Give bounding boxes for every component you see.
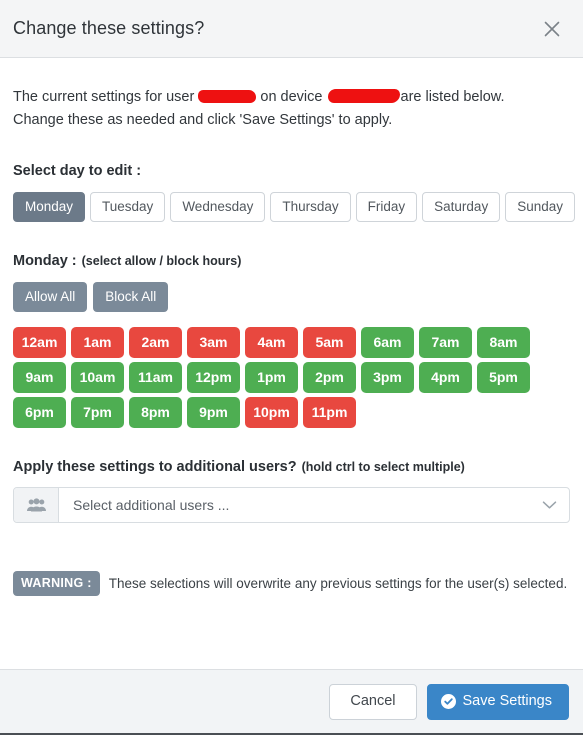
dialog-body: The current settings for user on device …	[0, 58, 583, 669]
hour-chip-11pm[interactable]: 11pm	[303, 397, 356, 428]
select-day-label: Select day to edit :	[13, 163, 142, 179]
hour-chip-6pm[interactable]: 6pm	[13, 397, 66, 428]
dialog-footer: Cancel Save Settings	[0, 669, 583, 733]
selected-day-hint: (select allow / block hours)	[81, 254, 242, 268]
change-settings-dialog: Change these settings? The current setti…	[0, 0, 583, 735]
additional-users-value: Select additional users ...	[73, 497, 230, 513]
hour-chip-2am[interactable]: 2am	[129, 327, 182, 358]
warning-row: WARNING : These selections will overwrit…	[13, 571, 570, 596]
hour-chip-6am[interactable]: 6am	[361, 327, 414, 358]
additional-users-hint: (hold ctrl to select multiple)	[301, 460, 465, 474]
users-icon	[14, 488, 59, 522]
hour-chip-1am[interactable]: 1am	[71, 327, 124, 358]
additional-users-label: Apply these settings to additional users…	[13, 459, 570, 475]
hour-chip-11am[interactable]: 11am	[129, 362, 182, 393]
warning-text: These selections will overwrite any prev…	[108, 576, 568, 591]
day-tab-saturday[interactable]: Saturday	[422, 192, 501, 222]
hour-chip-3am[interactable]: 3am	[187, 327, 240, 358]
day-tab-friday[interactable]: Friday	[355, 192, 418, 222]
check-circle-icon	[440, 693, 456, 709]
block-all-button[interactable]: Block All	[93, 282, 169, 312]
dialog-title: Change these settings?	[13, 18, 205, 38]
day-tab-wednesday[interactable]: Wednesday	[170, 192, 266, 222]
hour-chip-4pm[interactable]: 4pm	[419, 362, 472, 393]
hour-chip-5pm[interactable]: 5pm	[477, 362, 530, 393]
hour-chip-9am[interactable]: 9am	[13, 362, 66, 393]
chevron-down-icon[interactable]	[542, 500, 557, 510]
day-tab-tuesday[interactable]: Tuesday	[90, 192, 166, 222]
hour-chip-4am[interactable]: 4am	[245, 327, 298, 358]
hour-chip-12am[interactable]: 12am	[13, 327, 66, 358]
day-tab-monday[interactable]: Monday	[13, 192, 86, 222]
selected-day-heading: Monday : (select allow / block hours)	[13, 253, 570, 269]
selected-day-name: Monday :	[13, 253, 77, 269]
save-settings-label: Save Settings	[462, 692, 552, 709]
additional-users-select[interactable]: Select additional users ...	[13, 487, 570, 523]
day-tab-thursday[interactable]: Thursday	[270, 192, 351, 222]
hour-chip-9pm[interactable]: 9pm	[187, 397, 240, 428]
hour-chip-10pm[interactable]: 10pm	[245, 397, 298, 428]
intro-paragraph: The current settings for user on device …	[13, 86, 570, 132]
hour-chip-7am[interactable]: 7am	[419, 327, 472, 358]
day-tab-sunday[interactable]: Sunday	[505, 192, 575, 222]
save-settings-button[interactable]: Save Settings	[426, 683, 569, 720]
hour-chip-3pm[interactable]: 3pm	[361, 362, 414, 393]
intro-text-part2: on device	[260, 89, 323, 105]
hour-chip-12pm[interactable]: 12pm	[187, 362, 240, 393]
hour-chip-2pm[interactable]: 2pm	[303, 362, 356, 393]
redacted-device	[327, 89, 400, 104]
hour-chip-grid: 12am 1am 2am 3am 4am 5am 6am 7am 8am 9am 10am 11am 1…	[13, 327, 566, 428]
warning-badge: WARNING :	[13, 571, 100, 596]
dialog-header: Change these settings?	[0, 0, 583, 58]
intro-text-part3: are listed below.	[400, 89, 505, 105]
hour-chip-1pm[interactable]: 1pm	[245, 362, 298, 393]
hour-chip-5am[interactable]: 5am	[303, 327, 356, 358]
allow-all-button[interactable]: Allow All	[13, 282, 88, 312]
bulk-actions: Allow All Block All	[13, 282, 570, 312]
cancel-button[interactable]: Cancel	[329, 683, 417, 720]
intro-line-2: Change these as needed and click 'Save S…	[13, 112, 393, 128]
close-icon[interactable]	[537, 14, 567, 44]
hour-chip-8am[interactable]: 8am	[477, 327, 530, 358]
additional-users-field[interactable]: Select additional users ...	[59, 488, 569, 522]
intro-line-1: The current settings for user on device …	[13, 86, 570, 109]
redacted-username	[198, 89, 257, 103]
hour-chip-7pm[interactable]: 7pm	[71, 397, 124, 428]
intro-text-part1: The current settings for user	[13, 89, 195, 105]
additional-users-question: Apply these settings to additional users…	[13, 459, 297, 475]
day-tab-group: Monday Tuesday Wednesday Thursday Friday…	[13, 192, 575, 222]
hour-chip-8pm[interactable]: 8pm	[129, 397, 182, 428]
hour-chip-10am[interactable]: 10am	[71, 362, 124, 393]
